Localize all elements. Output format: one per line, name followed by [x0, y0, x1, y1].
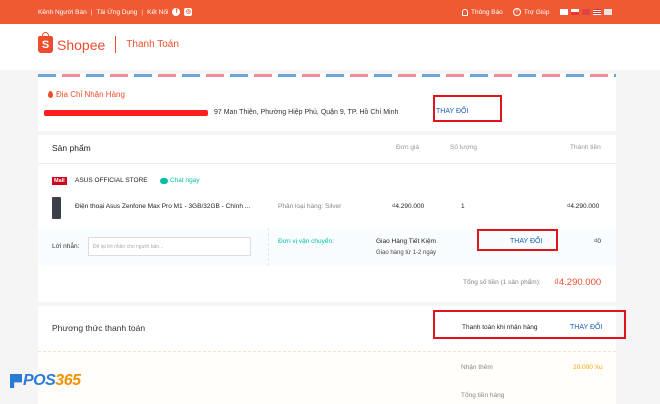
page-title: Thanh Toán — [126, 39, 179, 50]
checkout-header: S Shopee Thanh Toán — [0, 24, 660, 70]
language-flags[interactable] — [559, 9, 612, 15]
location-pin-icon — [48, 91, 53, 98]
chat-now-button[interactable]: Chat ngay — [160, 177, 200, 184]
notifications-link[interactable]: Thông Báo — [462, 8, 503, 16]
order-total-label: Tổng số tiền (1 sản phẩm): — [463, 279, 541, 286]
logo-text: Shopee — [57, 36, 106, 53]
payment-method-card: Phương thức thanh toán Thanh toán khi nh… — [38, 306, 626, 404]
divider — [115, 36, 117, 53]
mall-badge: Mall — [52, 177, 67, 185]
highlight-box — [433, 310, 626, 339]
flag-icon[interactable] — [570, 9, 579, 15]
note-to-seller-input[interactable] — [88, 237, 251, 256]
help-icon: ? — [512, 8, 521, 16]
pos365-watermark: POS365 — [10, 372, 81, 390]
instagram-icon[interactable]: ◎ — [184, 8, 193, 16]
shipping-fee: ₫0 — [594, 238, 601, 245]
redacted-name-phone — [44, 110, 208, 116]
address-title-text: Địa Chỉ Nhận Hàng — [56, 90, 125, 99]
connect-label: Kết Nối — [147, 8, 169, 16]
flag-icon[interactable] — [559, 9, 568, 15]
product-total: ₫4.290.000 — [567, 203, 600, 210]
note-label: Lời nhắn: — [52, 243, 80, 250]
watermark-pos: POS — [23, 372, 56, 389]
coins-value: 20.000 Xu — [573, 364, 603, 371]
shipping-eta: Giao hàng từ 1-2 ngày — [376, 250, 437, 256]
highlight-box — [433, 95, 502, 122]
payment-summary: Nhận thêm 20.000 Xu Tổng tiền hàng — [38, 351, 616, 404]
facebook-icon[interactable]: f — [172, 8, 181, 16]
flag-icon[interactable] — [592, 9, 601, 15]
pos365-wordmark: POS365 — [23, 372, 81, 390]
shipping-carrier-name: Giao Hàng Tiết Kiệm — [376, 238, 436, 245]
top-nav-bar: Kênh Người Bán | Tải Ứng Dụng | Kết Nối … — [0, 0, 660, 24]
shopee-logo[interactable]: S Shopee Thanh Toán — [38, 32, 179, 53]
address-title: Địa Chỉ Nhận Hàng — [48, 90, 125, 99]
product-quantity: 1 — [461, 203, 465, 210]
products-card: Sản phẩm Đơn giá Số lượng Thành tiền Mal… — [38, 135, 616, 302]
help-label: Trợ Giúp — [523, 8, 550, 16]
quantity-header: Số lượng — [450, 144, 478, 151]
coins-label: Nhận thêm — [461, 364, 493, 371]
help-link[interactable]: ? Trợ Giúp — [512, 8, 550, 16]
product-price: ₫4.290.000 — [392, 203, 425, 210]
flag-icon[interactable] — [603, 9, 612, 15]
separator: | — [90, 8, 93, 16]
payment-method-title: Phương thức thanh toán — [52, 323, 146, 333]
shipping-address-card: Địa Chỉ Nhận Hàng 97 Man Thiện, Phường H… — [38, 74, 616, 131]
product-thumbnail — [52, 197, 61, 219]
watermark-num: 365 — [55, 372, 81, 389]
address-line: 97 Man Thiện, Phường Hiệp Phú, Quận 9, T… — [214, 109, 399, 116]
shipping-section — [269, 228, 616, 266]
seller-channel-link[interactable]: Kênh Người Bán — [38, 9, 87, 16]
bell-icon — [462, 8, 468, 16]
chat-label: Chat ngay — [170, 177, 200, 184]
chat-icon — [160, 177, 168, 184]
separator: | — [141, 8, 144, 16]
notifications-label: Thông Báo — [471, 8, 503, 16]
order-total-value: ₫4.290.000 — [554, 277, 602, 288]
subtotal-header: Thành tiền — [570, 144, 601, 151]
products-heading: Sản phẩm — [52, 143, 91, 153]
shopee-bag-icon: S — [38, 32, 53, 53]
envelope-border — [38, 74, 616, 77]
store-name[interactable]: ASUS OFFICIAL STORE — [75, 177, 148, 184]
shipping-carrier-label: Đơn vị vận chuyển: — [278, 238, 334, 245]
merchandise-subtotal-label: Tổng tiền hàng — [461, 392, 505, 399]
pos365-logo-icon — [10, 374, 22, 388]
product-name[interactable]: Điện thoại Asus Zenfone Max Pro M1 - 3GB… — [75, 203, 250, 210]
unit-price-header: Đơn giá — [396, 144, 420, 151]
product-variant: Phân loại hàng: Silver — [278, 203, 342, 210]
highlight-box — [477, 229, 558, 251]
flag-icon[interactable] — [581, 9, 590, 15]
download-app-link[interactable]: Tải Ứng Dụng — [96, 9, 137, 16]
divider — [38, 163, 616, 164]
